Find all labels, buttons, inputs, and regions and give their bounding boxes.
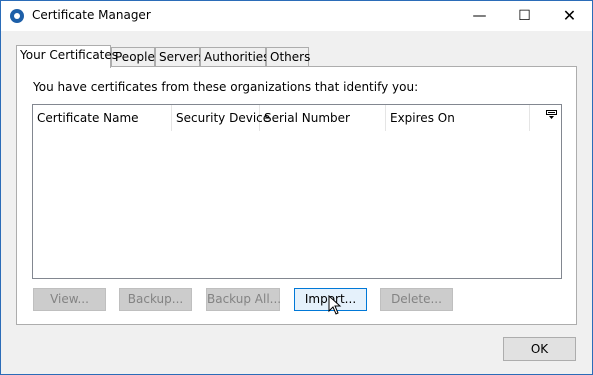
column-header-row: Certificate Name Security Device Serial … [33,105,561,131]
tab-authorities[interactable]: Authorities [200,47,269,67]
maximize-button[interactable]: ☐ [502,1,547,31]
thunderbird-icon [10,9,24,23]
column-expires-on[interactable]: Expires On [386,105,530,131]
tab-others[interactable]: Others [266,47,310,67]
delete-button[interactable]: Delete... [380,288,453,311]
column-certificate-name[interactable]: Certificate Name [33,105,172,131]
hand-cursor-icon [328,294,342,317]
ok-button[interactable]: OK [503,337,576,361]
backup-button[interactable]: Backup... [119,288,192,311]
column-serial-number[interactable]: Serial Number [260,105,386,131]
window-title: Certificate Manager [32,8,151,22]
certificate-list[interactable]: Certificate Name Security Device Serial … [32,104,562,279]
column-picker-icon[interactable] [542,105,561,131]
certificate-manager-window: Certificate Manager — ☐ ✕ Your Certifica… [0,0,593,375]
title-bar[interactable]: Certificate Manager — ☐ ✕ [1,1,592,31]
tab-panel-your-certificates: You have certificates from these organiz… [16,66,577,325]
column-security-device[interactable]: Security Device [172,105,270,131]
backup-all-button[interactable]: Backup All... [206,288,281,311]
tab-servers[interactable]: Servers [155,47,205,67]
intro-text: You have certificates from these organiz… [33,80,419,94]
close-button[interactable]: ✕ [547,1,592,31]
view-button[interactable]: View... [33,288,106,311]
tab-your-certificates[interactable]: Your Certificates [16,45,118,68]
minimize-button[interactable]: — [457,1,502,31]
